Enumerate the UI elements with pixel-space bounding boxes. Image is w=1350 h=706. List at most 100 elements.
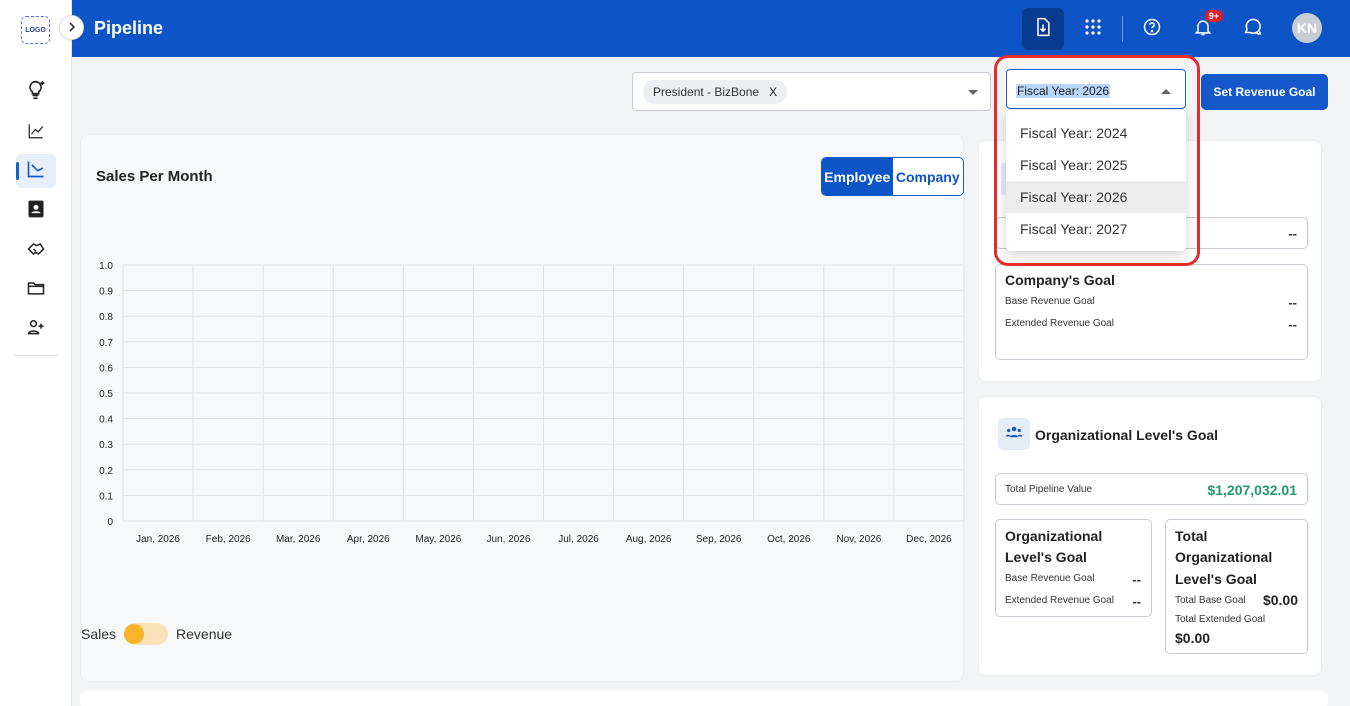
top-header: Pipeline 9+ KN (72, 0, 1350, 57)
total-base-value: $0.00 (1262, 592, 1298, 608)
org-icon (998, 418, 1030, 450)
grid-icon (1084, 18, 1102, 41)
chat-button[interactable] (1232, 8, 1274, 50)
sidebar-item-contacts[interactable] (16, 194, 56, 228)
lightbulb-icon (25, 79, 47, 106)
sidebar-item-deals[interactable] (16, 234, 56, 268)
y-tick-label: 0.9 (99, 287, 113, 298)
role-multi-select[interactable]: President - BizBone X (632, 72, 991, 111)
x-tick-label: Jun, 2026 (486, 534, 530, 545)
org-level-goal-box: Organizational Level's Goal Base Revenue… (995, 519, 1152, 617)
sales-revenue-toggle-row: Sales Revenue (81, 623, 232, 645)
y-tick-label: 0.2 (99, 466, 113, 477)
y-tick-label: 0.4 (99, 415, 113, 426)
sales-chart-card: Sales Per Month Employee Company 0 0.1 0.2… (80, 134, 965, 682)
add-user-icon (26, 317, 46, 342)
y-tick-label: 0.1 (99, 491, 113, 502)
total-org-title-2: Organizational (1175, 549, 1273, 565)
page-title: Pipeline (94, 18, 164, 38)
x-tick-label: Nov, 2026 (836, 534, 881, 545)
company-goal-box: Company's Goal Base Revenue Goal -- Exte… (995, 264, 1308, 360)
sidebar: LOGO (0, 0, 72, 706)
notifications-button[interactable]: 9+ (1182, 8, 1224, 50)
user-avatar[interactable]: KN (1292, 13, 1322, 43)
x-tick-label: Feb, 2026 (206, 534, 251, 545)
org-base-value: -- (1132, 572, 1141, 587)
sidebar-item-pipeline[interactable] (16, 154, 56, 188)
sales-revenue-switch[interactable] (124, 623, 169, 645)
total-extended-value: $0.00 (1175, 630, 1211, 646)
sidebar-divider (14, 355, 58, 356)
selected-role-chip: President - BizBone X (643, 80, 788, 104)
x-tick-label: Oct, 2026 (767, 534, 811, 545)
toggle-label-sales: Sales (81, 626, 117, 642)
sidebar-item-add-user[interactable] (16, 312, 56, 346)
y-tick-label: 1.0 (99, 261, 113, 272)
export-button[interactable] (1022, 8, 1064, 50)
sidebar-toggle-button[interactable] (59, 15, 84, 40)
pipeline-value-label: Total Pipeline Value (1005, 484, 1093, 495)
y-tick-label: 0.8 (99, 312, 113, 323)
fiscal-year-value[interactable]: Fiscal Year: 2026 (1016, 84, 1111, 98)
toggle-label-revenue: Revenue (176, 626, 233, 642)
chip-remove-button[interactable]: X (769, 85, 777, 99)
app-logo[interactable]: LOGO (21, 16, 50, 44)
company-base-value: -- (1288, 295, 1297, 310)
fiscal-year-option[interactable]: Fiscal Year: 2027 (1006, 213, 1186, 245)
x-tick-label: Aug, 2026 (626, 534, 672, 545)
fiscal-year-option-selected[interactable]: Fiscal Year: 2026 (1006, 181, 1186, 213)
x-tick-label: Apr, 2026 (347, 534, 390, 545)
total-org-title-1: Total (1175, 528, 1208, 544)
handshake-icon (26, 239, 46, 264)
chat-bubbles-icon (1242, 16, 1264, 43)
people-group-icon (1005, 423, 1023, 446)
company-top-value: -- (1288, 226, 1297, 241)
y-tick-label: 0.7 (99, 338, 113, 349)
y-tick-label: 0 (107, 517, 113, 528)
sales-chart: 0 0.1 0.2 0.3 0.4 0.5 0.6 0.7 0.8 0.9 1.0 Jan, 2026… (99, 261, 965, 545)
x-tick-label: May, 2026 (415, 534, 461, 545)
org-extended-value: -- (1132, 594, 1141, 609)
x-tick-label: Dec, 2026 (906, 534, 952, 545)
org-extended-label: Extended Revenue Goal (1005, 595, 1114, 606)
help-icon (1142, 17, 1162, 42)
help-button[interactable] (1131, 8, 1173, 50)
header-divider (1122, 16, 1123, 42)
sidebar-item-insights[interactable] (16, 75, 56, 109)
fiscal-year-option[interactable]: Fiscal Year: 2025 (1006, 149, 1186, 181)
y-tick-label: 0.5 (99, 389, 113, 400)
switch-knob (124, 624, 145, 644)
x-tick-label: Jan, 2026 (136, 534, 180, 545)
pipeline-value: $1,207,032.01 (1207, 482, 1297, 498)
fiscal-year-dropdown: Fiscal Year: 2024 Fiscal Year: 2025 Fisc… (1006, 110, 1186, 251)
contact-book-icon (26, 199, 46, 224)
chip-label: President - BizBone (653, 85, 760, 99)
total-org-title-3: Level's Goal (1175, 571, 1257, 587)
sidebar-item-trends[interactable] (16, 116, 56, 150)
set-revenue-goal-button[interactable]: Set Revenue Goal (1201, 74, 1328, 110)
download-file-icon (1033, 17, 1053, 42)
total-extended-label: Total Extended Goal (1175, 614, 1266, 625)
company-goal-title: Company's Goal (1005, 272, 1115, 288)
org-level-title-2: Level's Goal (1005, 549, 1087, 565)
company-base-label: Base Revenue Goal (1005, 296, 1095, 307)
company-extended-value: -- (1288, 317, 1297, 332)
fiscal-year-option[interactable]: Fiscal Year: 2024 (1006, 117, 1186, 149)
org-base-label: Base Revenue Goal (1005, 573, 1095, 584)
org-level-title-1: Organizational (1005, 528, 1103, 544)
pipeline-chart-icon (26, 159, 46, 184)
chevron-down-icon[interactable] (968, 90, 978, 95)
company-extended-label: Extended Revenue Goal (1005, 318, 1114, 329)
org-card-title: Organizational Level's Goal (1035, 427, 1219, 443)
notification-badge: 9+ (1204, 10, 1223, 22)
sidebar-item-files[interactable] (16, 273, 56, 307)
apps-grid-button[interactable] (1072, 8, 1114, 50)
total-base-label: Total Base Goal (1175, 595, 1246, 606)
chevron-right-icon (67, 19, 77, 37)
x-tick-label: Sep, 2026 (696, 534, 742, 545)
fiscal-year-select[interactable]: Fiscal Year: 2026 (1006, 69, 1186, 109)
chevron-up-icon[interactable] (1161, 89, 1171, 94)
total-org-goal-box: Total Organizational Level's Goal Total … (1165, 519, 1308, 654)
pipeline-value-field: Total Pipeline Value $1,207,032.01 (995, 473, 1308, 505)
trend-line-icon (27, 122, 45, 145)
